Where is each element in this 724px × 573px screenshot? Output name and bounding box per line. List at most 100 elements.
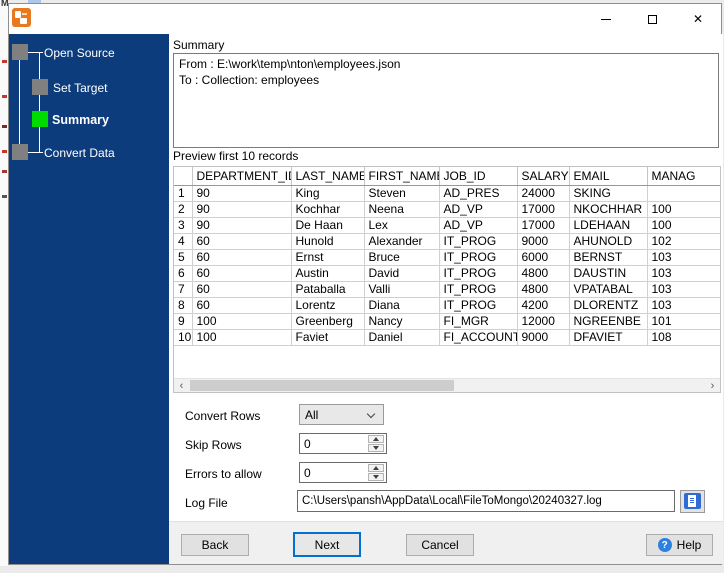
table-row[interactable]: 10 100 Faviet Daniel FI_ACCOUNT 9000 DFAVIET 10… xyxy=(174,329,720,346)
table-cell: 6 xyxy=(174,265,193,282)
background-window-sliver xyxy=(0,0,8,566)
filetomongo-dialog: ✕ Open Source Set Target Summary Convert… xyxy=(8,3,723,565)
sidebar-item-open-source[interactable]: Open Source xyxy=(44,46,115,60)
table-cell: DAUSTIN xyxy=(569,265,648,282)
table-row[interactable]: 6 60 Austin David IT_PROG 4800 DAUSTIN 103 xyxy=(174,265,720,282)
table-cell: IT_PROG xyxy=(439,249,518,266)
column-header[interactable] xyxy=(174,167,193,186)
log-document-icon xyxy=(684,493,701,509)
table-cell: 60 xyxy=(192,297,292,314)
table-cell: 102 xyxy=(647,233,720,250)
table-cell: 17000 xyxy=(517,201,570,218)
scrollbar-thumb[interactable] xyxy=(190,380,454,391)
cancel-button[interactable]: Cancel xyxy=(406,534,474,556)
arrow-up-icon xyxy=(373,437,379,441)
step-marker-open-source xyxy=(12,44,28,60)
table-cell: NKOCHHAR xyxy=(569,201,648,218)
app-icon-doc xyxy=(20,18,27,24)
table-cell: 17000 xyxy=(517,217,570,234)
sidebar-item-convert-data[interactable]: Convert Data xyxy=(44,146,115,160)
table-cell: 4800 xyxy=(517,281,570,298)
background-fragment xyxy=(2,125,7,128)
table-cell: King xyxy=(291,185,365,202)
convert-rows-label: Convert Rows xyxy=(185,409,261,423)
table-row[interactable]: 8 60 Lorentz Diana IT_PROG 4200 DLORENTZ 103 xyxy=(174,297,720,314)
table-cell: 101 xyxy=(647,313,720,330)
stepper-buttons xyxy=(368,435,384,452)
column-header[interactable]: SALARY xyxy=(517,167,570,186)
table-cell: 103 xyxy=(647,281,720,298)
window-controls: ✕ xyxy=(583,4,721,34)
table-cell: AD_PRES xyxy=(439,185,518,202)
table-row[interactable]: 3 90 De Haan Lex AD_VP 17000 LDEHAAN 100 xyxy=(174,217,720,234)
sidebar-item-set-target[interactable]: Set Target xyxy=(53,81,107,95)
scroll-left-arrow-icon[interactable]: ‹ xyxy=(174,379,189,392)
convert-rows-value: All xyxy=(305,408,319,422)
skip-rows-label: Skip Rows xyxy=(185,438,242,452)
column-header[interactable]: FIRST_NAME xyxy=(364,167,440,186)
table-cell: Faviet xyxy=(291,329,365,346)
table-cell: FI_MGR xyxy=(439,313,518,330)
table-cell: Alexander xyxy=(364,233,440,250)
back-button[interactable]: Back xyxy=(181,534,249,556)
open-log-button[interactable] xyxy=(680,490,705,513)
wizard-connector-line xyxy=(39,95,40,111)
stepper-down-button[interactable] xyxy=(368,444,384,452)
table-cell: Kochhar xyxy=(291,201,365,218)
table-cell: IT_PROG xyxy=(439,281,518,298)
table-row[interactable]: 7 60 Pataballa Valli IT_PROG 4800 VPATABAL 103 xyxy=(174,281,720,298)
table-cell: 8 xyxy=(174,297,193,314)
table-cell: AHUNOLD xyxy=(569,233,648,250)
table-cell: 24000 xyxy=(517,185,570,202)
table-row[interactable]: 9 100 Greenberg Nancy FI_MGR 12000 NGREENBE 101 xyxy=(174,313,720,330)
table-cell: 7 xyxy=(174,281,193,298)
close-button[interactable]: ✕ xyxy=(675,4,721,34)
table-cell: 100 xyxy=(647,201,720,218)
help-button[interactable]: ? Help xyxy=(646,534,713,556)
stepper-up-button[interactable] xyxy=(368,435,384,443)
errors-to-allow-stepper[interactable]: 0 xyxy=(299,462,387,483)
table-cell: SKING xyxy=(569,185,648,202)
log-file-input[interactable]: C:\Users\pansh\AppData\Local\FileToMongo… xyxy=(297,490,675,512)
preview-grid: DEPARTMENT_ID LAST_NAME FIRST_NAME JOB_ID SA… xyxy=(173,166,721,393)
background-fragment xyxy=(2,170,7,173)
sidebar-item-summary[interactable]: Summary xyxy=(52,113,109,127)
wizard-connector-line xyxy=(19,60,20,144)
table-cell: 1 xyxy=(174,185,193,202)
skip-rows-stepper[interactable]: 0 xyxy=(299,433,387,454)
table-row[interactable]: 5 60 Ernst Bruce IT_PROG 6000 BERNST 103 xyxy=(174,249,720,266)
table-row[interactable]: 1 90 King Steven AD_PRES 24000 SKING xyxy=(174,185,720,202)
column-header[interactable]: EMAIL xyxy=(569,167,648,186)
column-header[interactable]: MANAG xyxy=(647,167,720,186)
arrow-down-icon xyxy=(373,475,379,479)
maximize-button[interactable] xyxy=(629,4,675,34)
titlebar[interactable]: ✕ xyxy=(9,4,721,34)
table-cell: VPATABAL xyxy=(569,281,648,298)
horizontal-scrollbar[interactable]: ‹ › xyxy=(174,378,720,392)
table-header-row: DEPARTMENT_ID LAST_NAME FIRST_NAME JOB_ID SA… xyxy=(174,167,720,186)
table-row[interactable]: 4 60 Hunold Alexander IT_PROG 9000 AHUNOLD 102 xyxy=(174,233,720,250)
minimize-button[interactable] xyxy=(583,4,629,34)
skip-rows-value: 0 xyxy=(304,437,311,451)
table-cell: 60 xyxy=(192,281,292,298)
table-cell: BERNST xyxy=(569,249,648,266)
convert-rows-select[interactable]: All xyxy=(299,404,384,425)
arrow-up-icon xyxy=(373,466,379,470)
table-cell: 60 xyxy=(192,233,292,250)
column-header[interactable]: JOB_ID xyxy=(439,167,518,186)
table-cell: Nancy xyxy=(364,313,440,330)
table-cell: 9 xyxy=(174,313,193,330)
table-cell: AD_VP xyxy=(439,217,518,234)
scroll-right-arrow-icon[interactable]: › xyxy=(705,379,720,392)
column-header[interactable]: LAST_NAME xyxy=(291,167,365,186)
next-button[interactable]: Next xyxy=(293,532,361,557)
table-cell: 60 xyxy=(192,265,292,282)
table-cell: 9000 xyxy=(517,233,570,250)
summary-label: Summary xyxy=(173,38,225,52)
stepper-up-button[interactable] xyxy=(368,464,384,472)
stepper-down-button[interactable] xyxy=(368,473,384,481)
column-header[interactable]: DEPARTMENT_ID xyxy=(192,167,292,186)
table-cell: 2 xyxy=(174,201,193,218)
table-row[interactable]: 2 90 Kochhar Neena AD_VP 17000 NKOCHHAR 100 xyxy=(174,201,720,218)
table-cell: Greenberg xyxy=(291,313,365,330)
